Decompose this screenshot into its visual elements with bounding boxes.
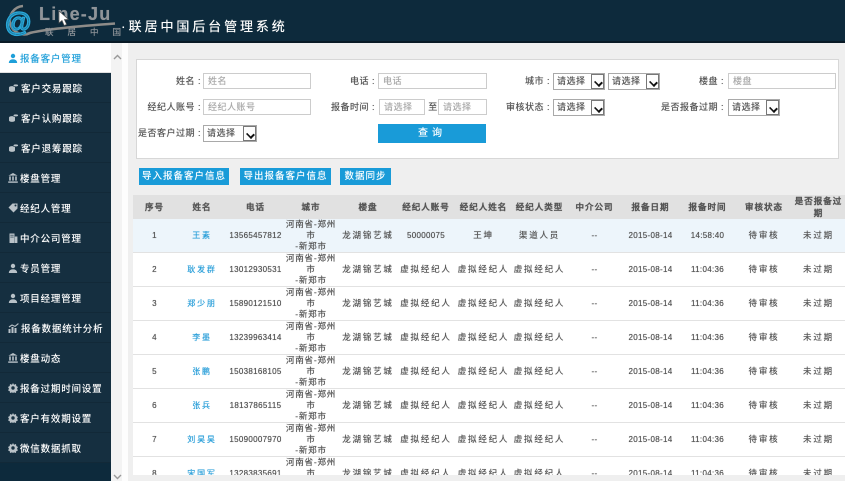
svg-text:@: @ [5,7,31,37]
